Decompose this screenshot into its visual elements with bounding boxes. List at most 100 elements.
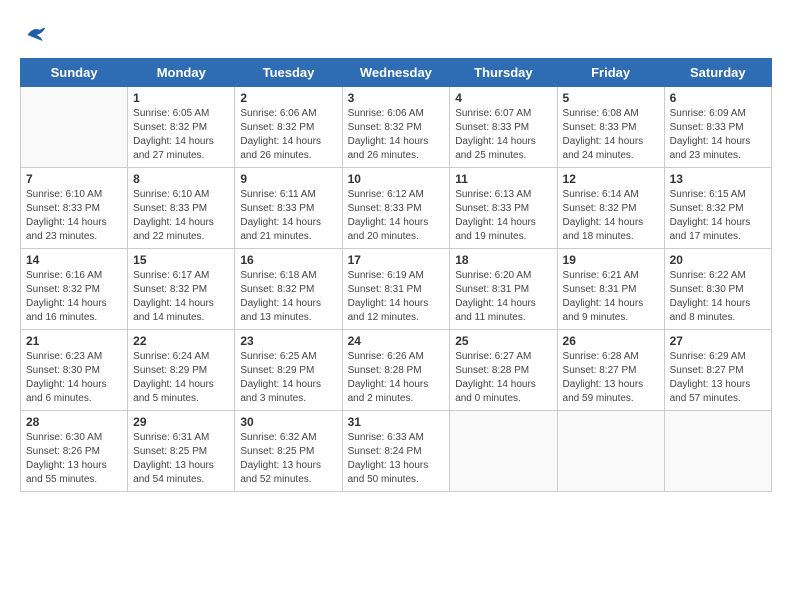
day-info: Sunrise: 6:06 AMSunset: 8:32 PMDaylight:…: [240, 107, 336, 163]
day-number: 23: [240, 334, 336, 348]
day-number: 28: [26, 415, 122, 429]
calendar-cell: 31 Sunrise: 6:33 AMSunset: 8:24 PMDayligh…: [342, 411, 450, 492]
day-info: Sunrise: 6:07 AMSunset: 8:33 PMDaylight:…: [455, 107, 551, 163]
calendar-cell: [557, 411, 664, 492]
day-info: Sunrise: 6:26 AMSunset: 8:28 PMDaylight:…: [348, 350, 445, 406]
day-number: 29: [133, 415, 229, 429]
day-info: Sunrise: 6:33 AMSunset: 8:24 PMDaylight:…: [348, 431, 445, 487]
calendar-week-4: 21 Sunrise: 6:23 AMSunset: 8:30 PMDayligh…: [21, 330, 772, 411]
calendar-cell: [450, 411, 557, 492]
calendar-cell: 12 Sunrise: 6:14 AMSunset: 8:32 PMDayligh…: [557, 168, 664, 249]
weekday-header-thursday: Thursday: [450, 59, 557, 87]
day-info: Sunrise: 6:28 AMSunset: 8:27 PMDaylight:…: [563, 350, 659, 406]
day-info: Sunrise: 6:30 AMSunset: 8:26 PMDaylight:…: [26, 431, 122, 487]
day-number: 20: [670, 253, 766, 267]
day-info: Sunrise: 6:29 AMSunset: 8:27 PMDaylight:…: [670, 350, 766, 406]
calendar-cell: 8 Sunrise: 6:10 AMSunset: 8:33 PMDaylight…: [128, 168, 235, 249]
day-number: 24: [348, 334, 445, 348]
calendar-cell: 2 Sunrise: 6:06 AMSunset: 8:32 PMDaylight…: [235, 87, 342, 168]
day-info: Sunrise: 6:10 AMSunset: 8:33 PMDaylight:…: [26, 188, 122, 244]
calendar-cell: 18 Sunrise: 6:20 AMSunset: 8:31 PMDayligh…: [450, 249, 557, 330]
day-number: 30: [240, 415, 336, 429]
calendar-cell: 14 Sunrise: 6:16 AMSunset: 8:32 PMDayligh…: [21, 249, 128, 330]
calendar-cell: 25 Sunrise: 6:27 AMSunset: 8:28 PMDayligh…: [450, 330, 557, 411]
calendar-table: SundayMondayTuesdayWednesdayThursdayFrid…: [20, 58, 772, 492]
day-info: Sunrise: 6:32 AMSunset: 8:25 PMDaylight:…: [240, 431, 336, 487]
day-number: 8: [133, 172, 229, 186]
day-number: 18: [455, 253, 551, 267]
day-number: 31: [348, 415, 445, 429]
weekday-header-sunday: Sunday: [21, 59, 128, 87]
day-number: 11: [455, 172, 551, 186]
calendar-cell: 23 Sunrise: 6:25 AMSunset: 8:29 PMDayligh…: [235, 330, 342, 411]
day-info: Sunrise: 6:14 AMSunset: 8:32 PMDaylight:…: [563, 188, 659, 244]
day-info: Sunrise: 6:23 AMSunset: 8:30 PMDaylight:…: [26, 350, 122, 406]
calendar-cell: [21, 87, 128, 168]
day-number: 2: [240, 91, 336, 105]
day-number: 25: [455, 334, 551, 348]
day-number: 3: [348, 91, 445, 105]
calendar-cell: 7Sunrise: 6:10 AMSunset: 8:33 PMDaylight…: [21, 168, 128, 249]
day-number: 17: [348, 253, 445, 267]
day-info: Sunrise: 6:25 AMSunset: 8:29 PMDaylight:…: [240, 350, 336, 406]
day-info: Sunrise: 6:11 AMSunset: 8:33 PMDaylight:…: [240, 188, 336, 244]
calendar-cell: 3 Sunrise: 6:06 AMSunset: 8:32 PMDaylight…: [342, 87, 450, 168]
day-number: 4: [455, 91, 551, 105]
day-number: 19: [563, 253, 659, 267]
day-info: Sunrise: 6:17 AMSunset: 8:32 PMDaylight:…: [133, 269, 229, 325]
weekday-header-wednesday: Wednesday: [342, 59, 450, 87]
day-number: 27: [670, 334, 766, 348]
day-number: 15: [133, 253, 229, 267]
day-number: 13: [670, 172, 766, 186]
day-number: 1: [133, 91, 229, 105]
weekday-header-saturday: Saturday: [664, 59, 771, 87]
day-info: Sunrise: 6:21 AMSunset: 8:31 PMDaylight:…: [563, 269, 659, 325]
day-number: 6: [670, 91, 766, 105]
calendar-cell: 28 Sunrise: 6:30 AMSunset: 8:26 PMDayligh…: [21, 411, 128, 492]
day-info: Sunrise: 6:16 AMSunset: 8:32 PMDaylight:…: [26, 269, 122, 325]
calendar-cell: 22Sunrise: 6:24 AMSunset: 8:29 PMDayligh…: [128, 330, 235, 411]
day-info: Sunrise: 6:31 AMSunset: 8:25 PMDaylight:…: [133, 431, 229, 487]
day-number: 16: [240, 253, 336, 267]
logo-bird-icon: [20, 20, 50, 50]
calendar-week-5: 28 Sunrise: 6:30 AMSunset: 8:26 PMDayligh…: [21, 411, 772, 492]
day-number: 12: [563, 172, 659, 186]
calendar-cell: 24 Sunrise: 6:26 AMSunset: 8:28 PMDayligh…: [342, 330, 450, 411]
day-info: Sunrise: 6:10 AMSunset: 8:33 PMDaylight:…: [133, 188, 229, 244]
day-info: Sunrise: 6:15 AMSunset: 8:32 PMDaylight:…: [670, 188, 766, 244]
calendar-cell: 16 Sunrise: 6:18 AMSunset: 8:32 PMDayligh…: [235, 249, 342, 330]
day-info: Sunrise: 6:22 AMSunset: 8:30 PMDaylight:…: [670, 269, 766, 325]
day-info: Sunrise: 6:20 AMSunset: 8:31 PMDaylight:…: [455, 269, 551, 325]
calendar-cell: 26 Sunrise: 6:28 AMSunset: 8:27 PMDayligh…: [557, 330, 664, 411]
calendar-week-1: 1 Sunrise: 6:05 AMSunset: 8:32 PMDaylight…: [21, 87, 772, 168]
calendar-cell: 9 Sunrise: 6:11 AMSunset: 8:33 PMDaylight…: [235, 168, 342, 249]
calendar-cell: 27 Sunrise: 6:29 AMSunset: 8:27 PMDayligh…: [664, 330, 771, 411]
day-number: 21: [26, 334, 122, 348]
day-number: 9: [240, 172, 336, 186]
day-number: 14: [26, 253, 122, 267]
calendar-cell: 21 Sunrise: 6:23 AMSunset: 8:30 PMDayligh…: [21, 330, 128, 411]
calendar-cell: 20 Sunrise: 6:22 AMSunset: 8:30 PMDayligh…: [664, 249, 771, 330]
calendar-cell: [664, 411, 771, 492]
day-info: Sunrise: 6:13 AMSunset: 8:33 PMDaylight:…: [455, 188, 551, 244]
day-number: 10: [348, 172, 445, 186]
day-info: Sunrise: 6:18 AMSunset: 8:32 PMDaylight:…: [240, 269, 336, 325]
calendar-cell: 13 Sunrise: 6:15 AMSunset: 8:32 PMDayligh…: [664, 168, 771, 249]
weekday-header-monday: Monday: [128, 59, 235, 87]
day-info: Sunrise: 6:06 AMSunset: 8:32 PMDaylight:…: [348, 107, 445, 163]
day-info: Sunrise: 6:05 AMSunset: 8:32 PMDaylight:…: [133, 107, 229, 163]
calendar-cell: 30 Sunrise: 6:32 AMSunset: 8:25 PMDayligh…: [235, 411, 342, 492]
calendar-cell: 17 Sunrise: 6:19 AMSunset: 8:31 PMDayligh…: [342, 249, 450, 330]
calendar-cell: 11 Sunrise: 6:13 AMSunset: 8:33 PMDayligh…: [450, 168, 557, 249]
calendar-week-3: 14 Sunrise: 6:16 AMSunset: 8:32 PMDayligh…: [21, 249, 772, 330]
calendar-week-2: 7Sunrise: 6:10 AMSunset: 8:33 PMDaylight…: [21, 168, 772, 249]
day-info: Sunrise: 6:19 AMSunset: 8:31 PMDaylight:…: [348, 269, 445, 325]
logo: [20, 20, 54, 50]
calendar-cell: 29 Sunrise: 6:31 AMSunset: 8:25 PMDayligh…: [128, 411, 235, 492]
calendar-cell: 5Sunrise: 6:08 AMSunset: 8:33 PMDaylight…: [557, 87, 664, 168]
day-number: 26: [563, 334, 659, 348]
day-number: 22: [133, 334, 229, 348]
calendar-cell: 19 Sunrise: 6:21 AMSunset: 8:31 PMDayligh…: [557, 249, 664, 330]
day-info: Sunrise: 6:27 AMSunset: 8:28 PMDaylight:…: [455, 350, 551, 406]
weekday-header-friday: Friday: [557, 59, 664, 87]
